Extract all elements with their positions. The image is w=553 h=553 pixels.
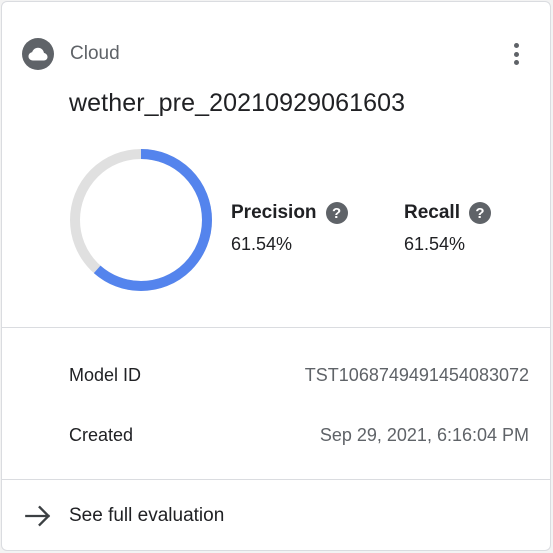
detail-label: Created: [69, 425, 134, 445]
recall-metric: Recall ? 61.54%: [404, 202, 491, 255]
precision-label: Precision: [231, 202, 317, 223]
recall-title: Recall ?: [404, 202, 491, 224]
precision-donut-chart: [70, 149, 212, 291]
cloud-icon: [22, 38, 54, 70]
detail-value: TST1068749491454083072: [304, 365, 529, 385]
detail-label: Model ID: [69, 365, 142, 385]
more-vert-icon[interactable]: [504, 40, 528, 68]
detail-row-created: Created Sep 29, 2021, 6:16:04 PM: [69, 425, 529, 446]
menu-dot: [513, 51, 519, 57]
see-full-evaluation-link[interactable]: See full evaluation: [24, 502, 224, 530]
model-name: wether_pre_20210929061603: [69, 89, 406, 117]
source-label: Cloud: [70, 43, 120, 64]
recall-label: Recall: [404, 202, 460, 223]
divider: [2, 327, 550, 328]
menu-dot: [513, 43, 519, 48]
precision-metric: Precision ? 61.54%: [231, 202, 348, 255]
model-card: Cloud wether_pre_20210929061603 Precisio…: [1, 1, 551, 551]
menu-dot: [513, 60, 519, 65]
help-icon[interactable]: ?: [468, 202, 491, 224]
help-icon[interactable]: ?: [325, 202, 348, 224]
detail-value: Sep 29, 2021, 6:16:04 PM: [319, 425, 529, 445]
see-full-evaluation-label: See full evaluation: [69, 505, 225, 526]
detail-row-model-id: Model ID TST1068749491454083072: [69, 365, 529, 386]
card-header: Cloud: [22, 38, 120, 70]
precision-value: 61.54%: [231, 234, 293, 254]
divider: [2, 479, 550, 480]
precision-title: Precision ?: [231, 202, 348, 224]
recall-value: 61.54%: [404, 234, 466, 254]
arrow-forward-icon: [25, 505, 51, 527]
